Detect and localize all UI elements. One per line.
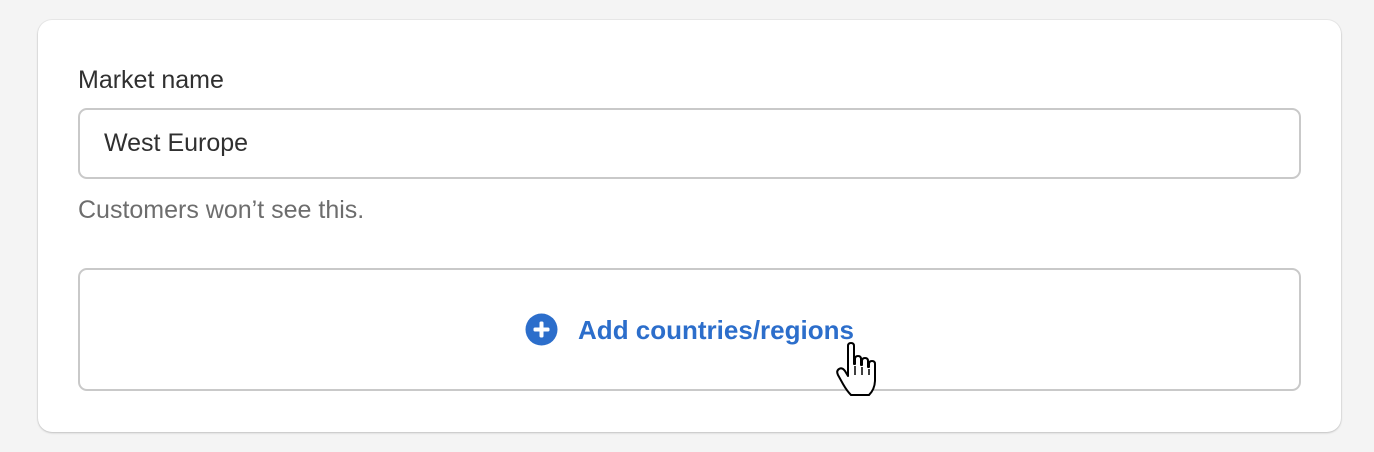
- market-name-input[interactable]: [78, 108, 1301, 179]
- market-name-help-text: Customers won’t see this.: [78, 196, 365, 224]
- add-button-content: Add countries/regions: [525, 313, 854, 346]
- market-form-card: Market name Customers won’t see this. Ad…: [38, 20, 1341, 432]
- plus-circle-icon: [525, 313, 558, 346]
- add-countries-regions-button[interactable]: Add countries/regions: [78, 268, 1301, 391]
- market-name-label: Market name: [78, 66, 224, 94]
- add-countries-regions-label: Add countries/regions: [578, 314, 854, 345]
